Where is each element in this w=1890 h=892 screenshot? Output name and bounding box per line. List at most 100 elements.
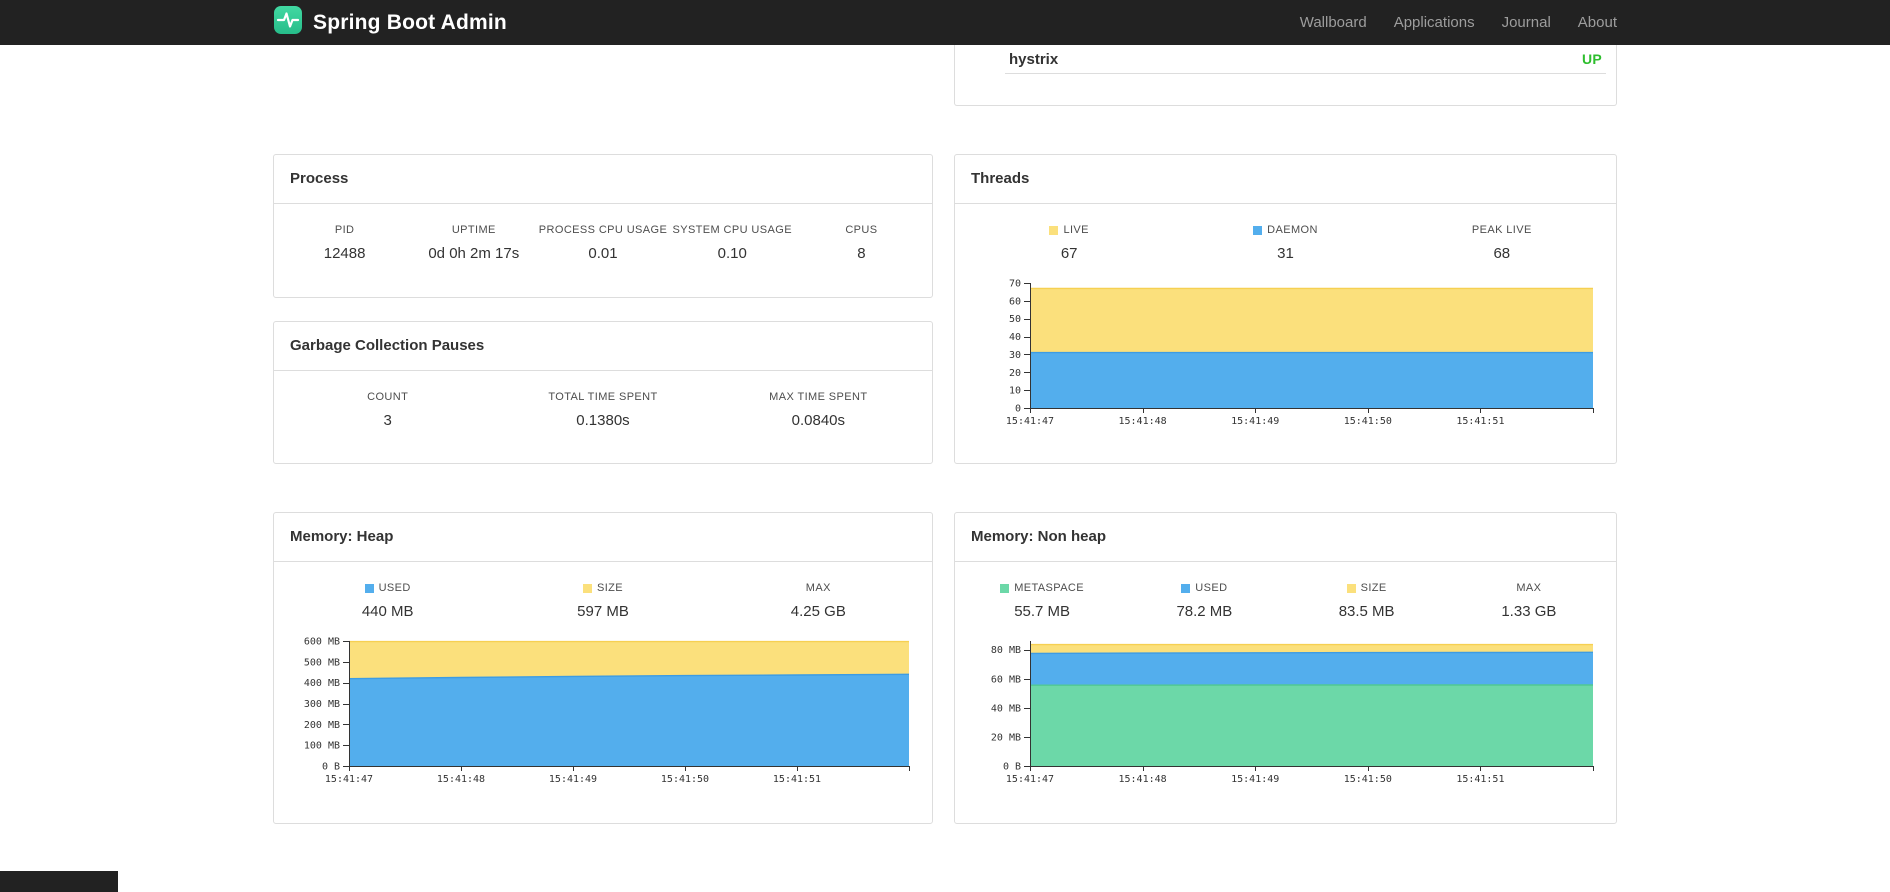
navbar: Spring Boot Admin Wallboard Applications…	[0, 0, 1890, 45]
stat-value: 0d 0h 2m 17s	[428, 245, 520, 262]
svg-text:60 MB: 60 MB	[991, 674, 1021, 685]
navbar-inner: Spring Boot Admin Wallboard Applications…	[258, 0, 1632, 45]
stat-process-cpu-usage: PROCESS CPU USAGE 0.01	[538, 224, 667, 262]
threads-panel-title: Threads	[955, 155, 1616, 204]
threads-legend: LIVE 67 DAEMON 31 PEAK LIVE 68	[955, 224, 1616, 262]
svg-text:15:41:48: 15:41:48	[1119, 774, 1167, 785]
memory-nonheap-chart: 0 B 20 MB 40 MB 60 MB 80 MB 15:41:47 15:41:48 1…	[970, 636, 1601, 788]
stat-label: DAEMON	[1177, 224, 1393, 236]
stat-value: 0.1380s	[576, 412, 630, 429]
svg-text:0: 0	[1015, 404, 1021, 415]
svg-text:15:41:47: 15:41:47	[325, 774, 373, 785]
stat-gc-max-time: MAX TIME SPENT 0.0840s	[711, 391, 926, 429]
process-stats: PID 12488 UPTIME 0d 0h 2m 17s PROCESS CP…	[274, 224, 932, 262]
svg-text:60: 60	[1009, 296, 1021, 307]
stat-value: 597 MB	[577, 603, 629, 620]
stat-threads-peak-live: PEAK LIVE 68	[1394, 224, 1610, 262]
stat-nonheap-size: SIZE 83.5 MB	[1286, 582, 1448, 620]
stat-nonheap-metaspace: METASPACE 55.7 MB	[961, 582, 1123, 620]
page-content: hystrix UP Process PID 12488 UPTIME 0d 0…	[258, 45, 1632, 824]
nav-item-about[interactable]: About	[1578, 14, 1617, 31]
svg-text:15:41:47: 15:41:47	[1006, 774, 1054, 785]
svg-text:20 MB: 20 MB	[991, 732, 1021, 743]
memory-heap-panel: Memory: Heap USED 440 MB SIZE 597 MB MAX…	[273, 512, 933, 824]
process-panel-title: Process	[274, 155, 932, 204]
stat-uptime: UPTIME 0d 0h 2m 17s	[409, 224, 538, 262]
svg-text:15:41:47: 15:41:47	[1006, 416, 1054, 427]
stat-nonheap-used: USED 78.2 MB	[1123, 582, 1285, 620]
footer-strip	[0, 871, 118, 892]
stat-label: MAX	[1516, 582, 1542, 594]
gc-panel-title: Garbage Collection Pauses	[274, 322, 932, 371]
svg-text:80 MB: 80 MB	[991, 645, 1021, 656]
svg-text:15:41:51: 15:41:51	[1456, 416, 1504, 427]
stat-value: 55.7 MB	[1014, 603, 1071, 620]
gc-stats: COUNT 3 TOTAL TIME SPENT 0.1380s MAX TIM…	[274, 391, 932, 429]
stat-label: PEAK LIVE	[1471, 224, 1532, 236]
stat-threads-live: LIVE 67	[961, 224, 1177, 262]
stat-value: 0.0840s	[791, 412, 846, 429]
stat-value: 8	[857, 245, 866, 262]
svg-text:400 MB: 400 MB	[304, 678, 340, 689]
stat-pid: PID 12488	[280, 224, 409, 262]
memory-nonheap-panel: Memory: Non heap METASPACE 55.7 MB USED …	[954, 512, 1617, 824]
stat-value: 67	[1060, 245, 1078, 262]
stat-label: METASPACE	[961, 582, 1123, 594]
svg-text:50: 50	[1009, 314, 1021, 325]
stat-label: UPTIME	[451, 224, 496, 236]
legend-swatch-daemon	[1253, 225, 1263, 235]
stat-value: 0.01	[588, 245, 618, 262]
stat-label: LIVE	[961, 224, 1177, 236]
stat-label: COUNT	[367, 391, 409, 403]
stat-gc-count: COUNT 3	[280, 391, 495, 429]
legend-swatch-used	[364, 583, 374, 593]
legend-swatch-used	[1181, 583, 1191, 593]
stat-gc-total-time: TOTAL TIME SPENT 0.1380s	[495, 391, 710, 429]
stat-value: 4.25 GB	[790, 603, 846, 620]
svg-text:15:41:49: 15:41:49	[1231, 774, 1279, 785]
svg-text:70: 70	[1009, 279, 1021, 290]
svg-text:15:41:48: 15:41:48	[1119, 416, 1167, 427]
svg-text:15:41:51: 15:41:51	[773, 774, 821, 785]
stat-label: USED	[280, 582, 495, 594]
stat-cpus: CPUS 8	[797, 224, 926, 262]
svg-text:15:41:50: 15:41:50	[1344, 774, 1392, 785]
svg-text:40: 40	[1009, 332, 1021, 343]
nav-item-journal[interactable]: Journal	[1502, 14, 1551, 31]
brand-logo-icon	[273, 5, 303, 40]
nav-item-applications[interactable]: Applications	[1394, 14, 1475, 31]
legend-swatch-metaspace	[1000, 583, 1010, 593]
stat-label: USED	[1123, 582, 1285, 594]
legend-swatch-size	[582, 583, 592, 593]
stat-value: 1.33 GB	[1501, 603, 1557, 620]
stat-threads-daemon: DAEMON 31	[1177, 224, 1393, 262]
threads-chart: 0 10 20 30 40 50 60 70 15:41:47 15:41:48 15:41:49 1…	[970, 278, 1601, 430]
stat-label: PID	[334, 224, 355, 236]
nav-item-wallboard[interactable]: Wallboard	[1300, 14, 1367, 31]
legend-swatch-live	[1049, 225, 1059, 235]
svg-text:500 MB: 500 MB	[304, 657, 340, 668]
brand[interactable]: Spring Boot Admin	[273, 5, 507, 40]
gc-panel: Garbage Collection Pauses COUNT 3 TOTAL …	[273, 321, 933, 464]
left-column: Process PID 12488 UPTIME 0d 0h 2m 17s PR…	[273, 154, 933, 464]
svg-text:0 B: 0 B	[1003, 762, 1021, 773]
stat-value: 68	[1493, 245, 1511, 262]
svg-text:30: 30	[1009, 350, 1021, 361]
svg-text:10: 10	[1009, 386, 1021, 397]
svg-text:100 MB: 100 MB	[304, 741, 340, 752]
health-details-panel: hystrix UP	[954, 45, 1617, 106]
stat-label: SYSTEM CPU USAGE	[672, 224, 792, 236]
stat-value: 31	[1277, 245, 1294, 262]
svg-text:15:41:48: 15:41:48	[437, 774, 485, 785]
svg-text:20: 20	[1009, 368, 1021, 379]
memory-heap-panel-title: Memory: Heap	[274, 513, 932, 562]
health-status-badge: UP	[1581, 51, 1602, 67]
nonheap-legend: METASPACE 55.7 MB USED 78.2 MB SIZE 83.5…	[955, 582, 1616, 620]
memory-nonheap-panel-title: Memory: Non heap	[955, 513, 1616, 562]
svg-text:40 MB: 40 MB	[991, 703, 1021, 714]
svg-text:15:41:50: 15:41:50	[1344, 416, 1392, 427]
threads-panel: Threads LIVE 67 DAEMON 31 PEAK LIVE 68 0…	[954, 154, 1617, 464]
svg-text:15:41:50: 15:41:50	[661, 774, 709, 785]
stat-value: 12488	[323, 245, 366, 262]
svg-text:15:41:49: 15:41:49	[549, 774, 597, 785]
